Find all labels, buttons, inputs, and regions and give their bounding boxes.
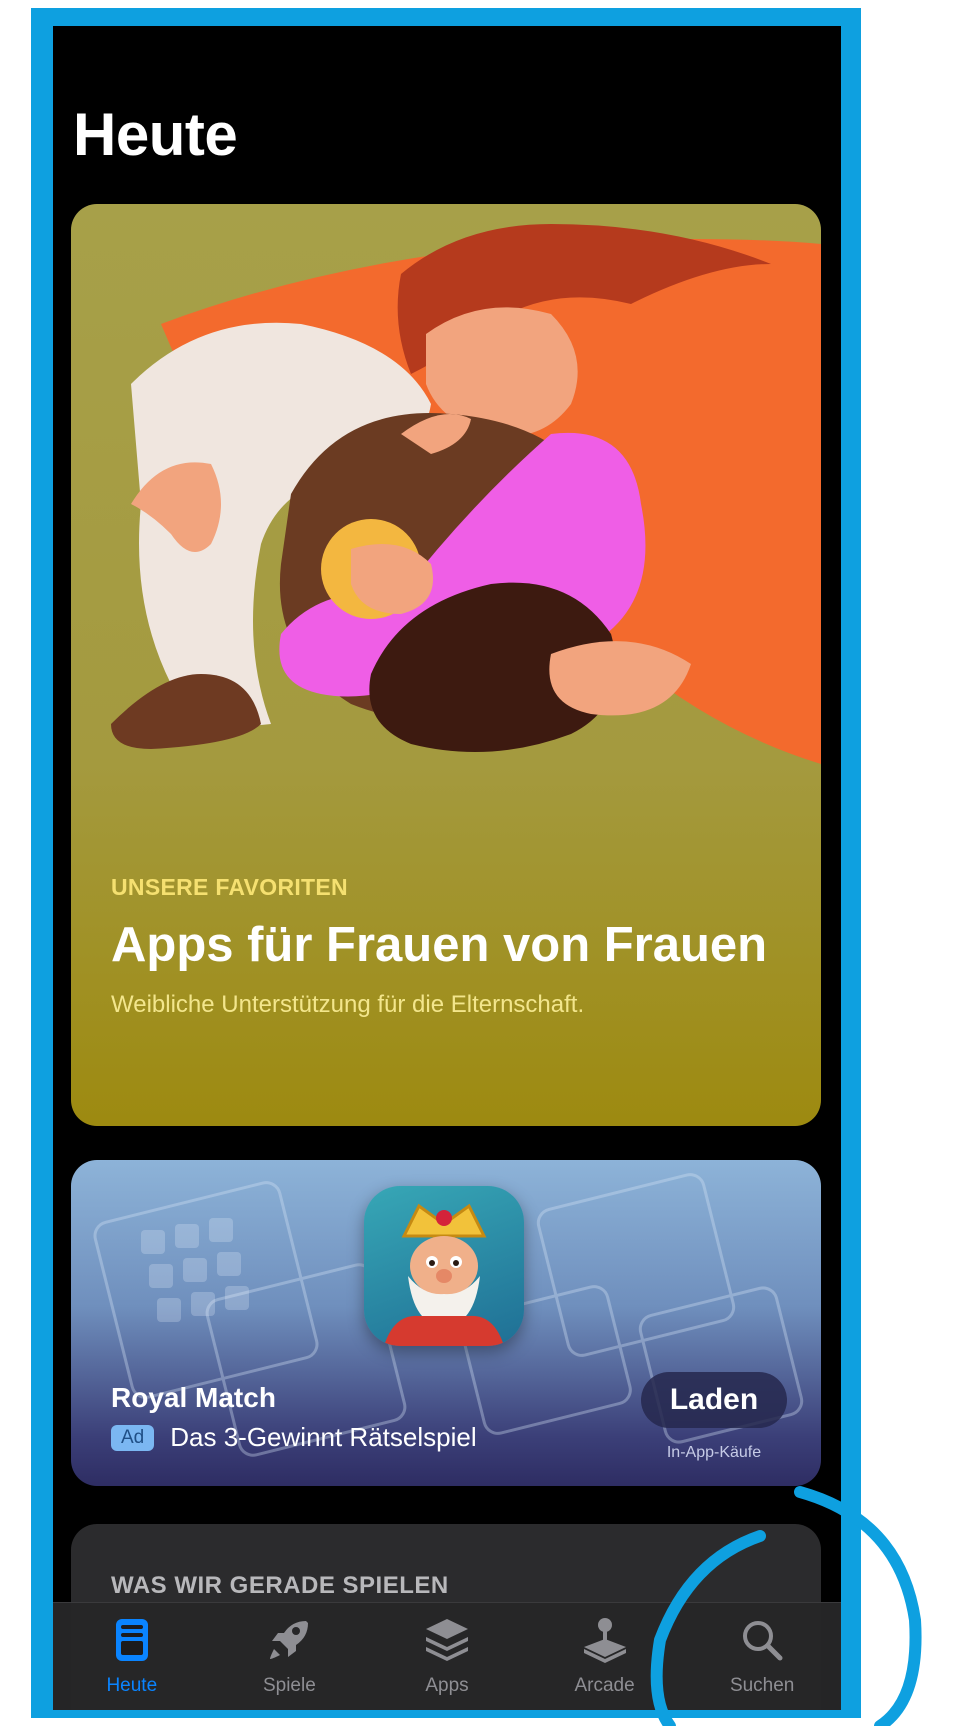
tab-arcade[interactable]: Arcade xyxy=(526,1603,684,1710)
story-title: Apps für Frauen von Frauen xyxy=(111,918,768,972)
rocket-icon xyxy=(270,1621,309,1659)
ad-app-subtitle: Das 3-Gewinnt Rätselspiel xyxy=(170,1422,477,1452)
family-illustration xyxy=(111,224,821,764)
page-title: Heute xyxy=(73,101,238,168)
featured-story-text: UNSERE FAVORITEN Apps für Frauen von Fra… xyxy=(111,874,781,1019)
ad-subtitle-row: Ad Das 3-Gewinnt Rätselspiel xyxy=(111,1422,477,1453)
story-eyebrow: UNSERE FAVORITEN xyxy=(111,874,348,900)
tab-bar: Heute Spiele Apps Arcade Suchen xyxy=(53,1602,841,1710)
tab-apps[interactable]: Apps xyxy=(368,1603,526,1710)
king-icon xyxy=(384,1203,504,1346)
app-store-screen: Heute UNSERE FAVORITEN Apps für Frauen v… xyxy=(53,26,841,1710)
ad-app-name: Royal Match xyxy=(111,1382,276,1413)
what-we-play-label: WAS WIR GERADE SPIELEN xyxy=(111,1572,449,1599)
ad-badge: Ad xyxy=(111,1424,155,1451)
royal-match-app-icon[interactable] xyxy=(364,1186,524,1346)
tab-heute[interactable]: Heute xyxy=(53,1603,211,1710)
tab-label-heute: Heute xyxy=(106,1675,158,1696)
layers-icon xyxy=(425,1619,468,1661)
featured-story-card[interactable]: UNSERE FAVORITEN Apps für Frauen von Fra… xyxy=(71,204,821,1126)
story-subtitle: Weibliche Unterstützung für die Elternsc… xyxy=(111,991,585,1018)
in-app-purchases-note: In-App-Käufe xyxy=(666,1444,762,1461)
joystick-icon xyxy=(583,1618,626,1663)
get-button[interactable]: Laden xyxy=(641,1372,787,1428)
tab-label-arcade: Arcade xyxy=(574,1675,635,1696)
tab-label-spiele: Spiele xyxy=(262,1675,316,1696)
today-icon xyxy=(115,1619,148,1661)
tab-label-suchen: Suchen xyxy=(729,1675,795,1696)
tab-label-apps: Apps xyxy=(425,1675,469,1696)
ad-card[interactable]: Royal Match Ad Das 3-Gewinnt Rätselspiel… xyxy=(71,1160,821,1486)
search-icon xyxy=(743,1621,783,1661)
tab-spiele[interactable]: Spiele xyxy=(211,1603,369,1710)
tab-suchen[interactable]: Suchen xyxy=(683,1603,841,1710)
